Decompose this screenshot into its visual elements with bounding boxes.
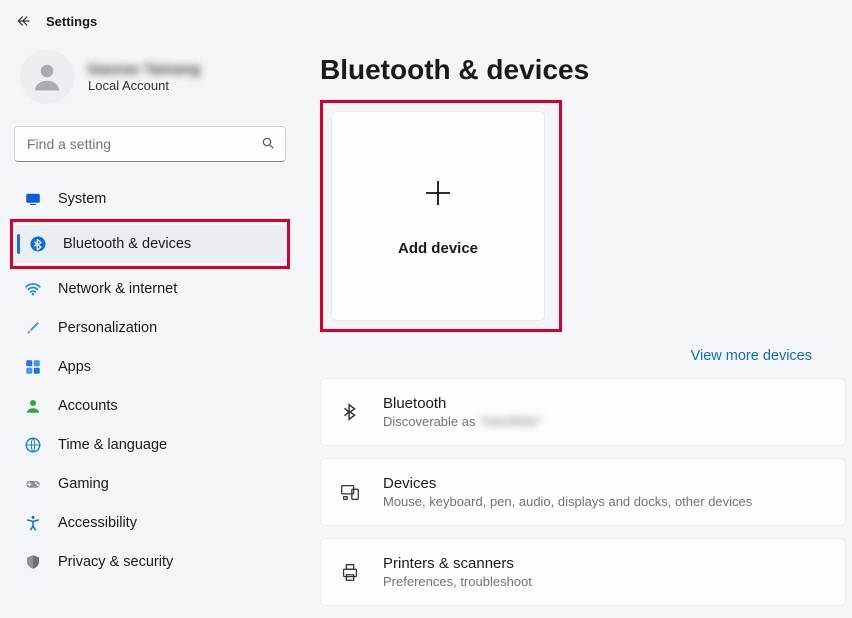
nav-label: Time & language [58,437,167,453]
sidebar-item-network[interactable]: Network & internet [10,270,290,308]
nav-label: Apps [58,359,91,375]
view-more-devices-link[interactable]: View more devices [320,340,852,378]
search-field[interactable] [14,126,286,162]
sidebar-item-apps[interactable]: Apps [10,348,290,386]
nav-label: System [58,191,106,207]
accessibility-icon [24,514,42,532]
card-bluetooth[interactable]: Bluetooth Discoverable as "GAURAV" [320,378,846,446]
window-header: Settings [0,0,852,42]
printer-icon [339,561,361,583]
brush-icon [24,319,42,337]
card-sub: Mouse, keyboard, pen, audio, displays an… [383,494,752,509]
highlight-add-device: Add device [320,100,562,332]
card-sub: Discoverable as "GAURAV" [383,414,542,429]
nav-label: Accessibility [58,515,137,531]
sidebar-item-system[interactable]: System [10,180,290,218]
plus-icon [420,175,456,218]
sidebar-item-accessibility[interactable]: Accessibility [10,504,290,542]
nav-label: Bluetooth & devices [63,236,191,252]
discoverable-prefix: Discoverable as [383,414,479,429]
sidebar-item-time[interactable]: Time & language [10,426,290,464]
nav-label: Gaming [58,476,109,492]
shield-icon [24,553,42,571]
sidebar-item-gaming[interactable]: Gaming [10,465,290,503]
nav-label: Personalization [58,320,157,336]
card-devices[interactable]: Devices Mouse, keyboard, pen, audio, dis… [320,458,846,526]
card-title: Printers & scanners [383,555,532,572]
sidebar-item-bluetooth[interactable]: Bluetooth & devices [15,225,285,263]
back-icon[interactable] [16,12,34,30]
system-icon [24,190,42,208]
search-icon [260,135,276,151]
devices-icon [339,481,361,503]
avatar [20,50,74,104]
add-device-label: Add device [398,240,478,257]
page-title: Bluetooth & devices [320,54,852,86]
bluetooth-icon [29,235,47,253]
app-title: Settings [46,14,97,29]
sidebar: Gaurav Tamang Local Account System [0,42,300,618]
highlight-bluetooth-nav: Bluetooth & devices [10,219,290,269]
nav-label: Accounts [58,398,118,414]
card-title: Bluetooth [383,395,542,412]
sidebar-item-accounts[interactable]: Accounts [10,387,290,425]
card-printers[interactable]: Printers & scanners Preferences, trouble… [320,538,846,606]
card-sub: Preferences, troubleshoot [383,574,532,589]
main-content: Bluetooth & devices Add device View more… [300,42,852,618]
device-name-hidden: "GAURAV" [479,414,542,429]
add-device-button[interactable]: Add device [331,111,545,321]
gaming-icon [24,475,42,493]
nav-label: Network & internet [58,281,177,297]
bluetooth-outline-icon [339,401,361,423]
apps-icon [24,358,42,376]
person-icon [24,397,42,415]
wifi-icon [24,280,42,298]
card-title: Devices [383,475,752,492]
nav: System Bluetooth & devices Network & int… [10,180,290,581]
sidebar-item-personalization[interactable]: Personalization [10,309,290,347]
account-card[interactable]: Gaurav Tamang Local Account [10,42,290,122]
sidebar-item-privacy[interactable]: Privacy & security [10,543,290,581]
nav-label: Privacy & security [58,554,173,570]
account-name: Gaurav Tamang [88,61,200,78]
account-type: Local Account [88,78,200,93]
globe-clock-icon [24,436,42,454]
search-input[interactable] [14,126,286,162]
